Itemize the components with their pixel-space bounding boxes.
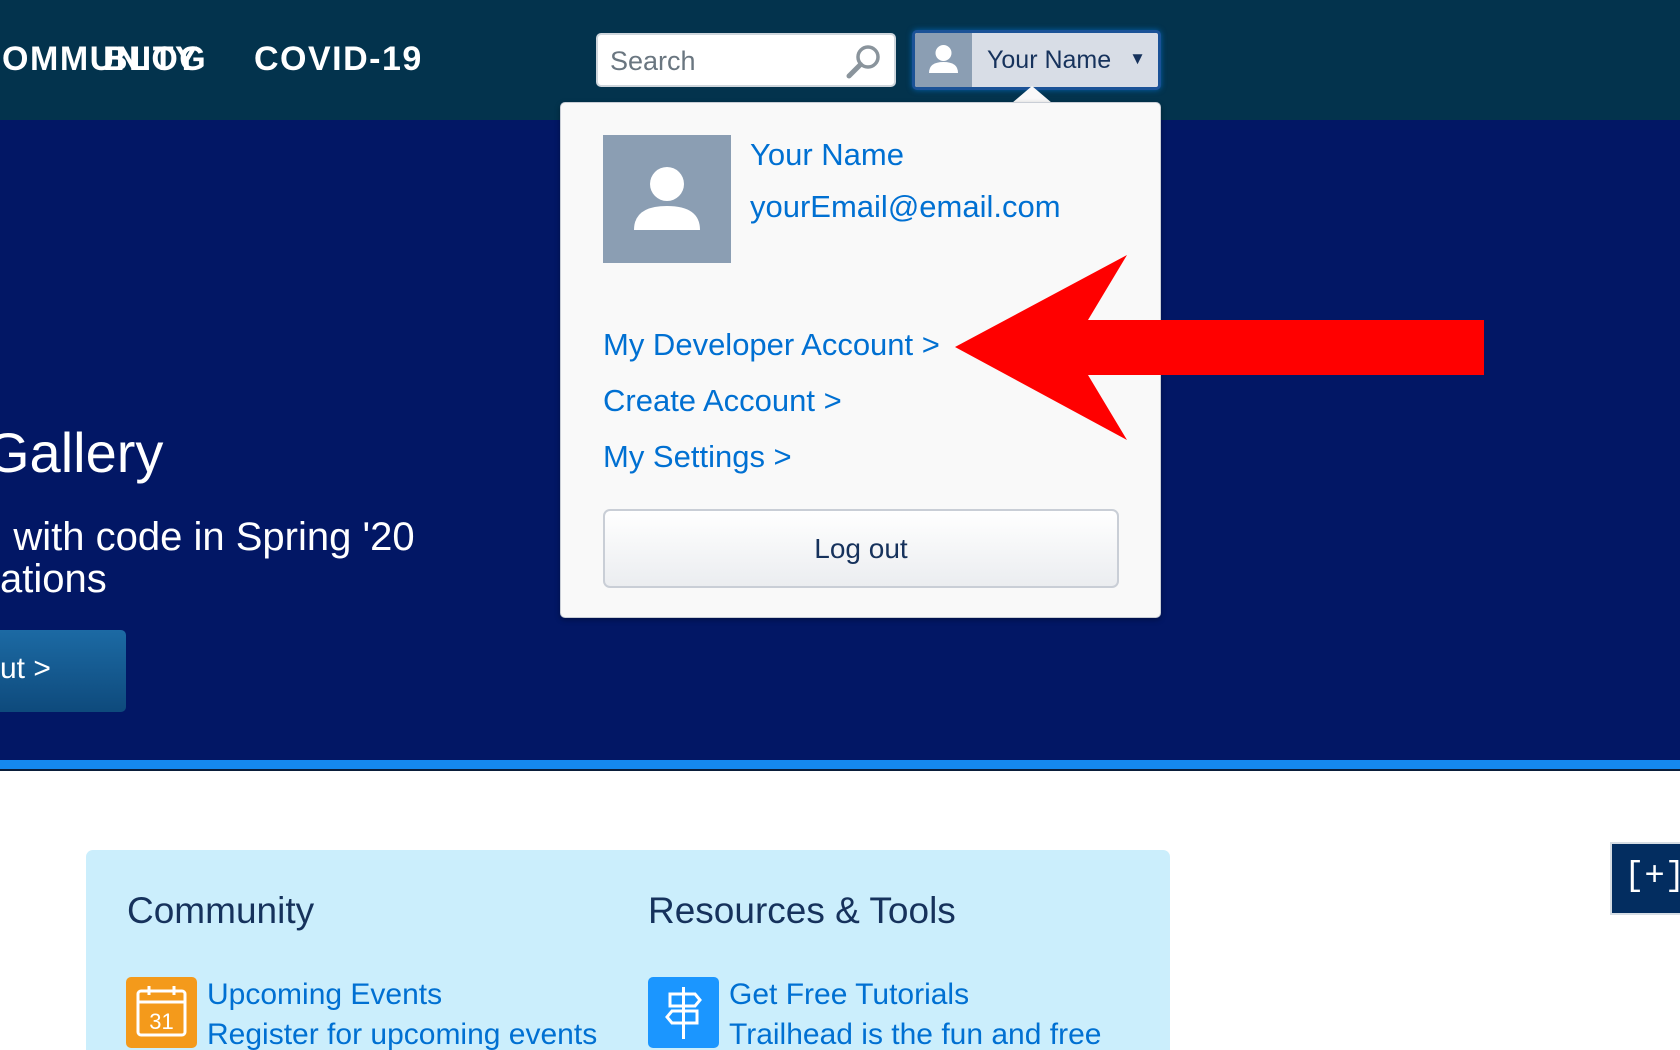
dropdown-pointer xyxy=(1012,86,1052,103)
hero-subtitle: n with code in Spring '20 cations xyxy=(0,516,415,600)
user-menu-button[interactable]: Your Name ▼ xyxy=(912,30,1161,90)
chevron-down-icon: ▼ xyxy=(1129,49,1146,68)
hero-divider-shadow xyxy=(0,769,1680,771)
community-heading: Community xyxy=(127,890,315,931)
profile-email-link[interactable]: yourEmail@email.com xyxy=(750,189,1061,225)
hero-subtitle-line-1: n with code in Spring '20 xyxy=(0,515,415,559)
hero-cta-label: ut > xyxy=(0,652,51,685)
profile-name-link[interactable]: Your Name xyxy=(750,137,904,173)
search-box xyxy=(596,33,896,87)
hero-title: Gallery xyxy=(0,421,164,484)
red-arrow-annotation xyxy=(955,255,1484,440)
upcoming-events-link[interactable]: Upcoming Events xyxy=(207,978,442,1012)
hero-subtitle-line-2: cations xyxy=(0,557,107,601)
nav-link-covid-19[interactable]: COVID-19 xyxy=(254,40,423,79)
hero-cta-button[interactable]: ut > xyxy=(0,630,126,712)
calendar-icon-label: 31 xyxy=(149,1009,173,1034)
expand-button-label: [+] xyxy=(1624,858,1680,896)
search-input[interactable] xyxy=(610,43,840,79)
create-account-link[interactable]: Create Account > xyxy=(603,383,842,419)
log-out-button[interactable]: Log out xyxy=(603,509,1119,588)
get-free-tutorials-link[interactable]: Get Free Tutorials xyxy=(729,978,969,1012)
expand-button[interactable]: [+] xyxy=(1610,842,1680,915)
resources-heading: Resources & Tools xyxy=(648,890,956,931)
profile-avatar-icon xyxy=(603,135,731,263)
nav-link-blog[interactable]: BLOG xyxy=(103,40,207,79)
user-avatar-icon xyxy=(915,33,972,87)
resources-panel: Community Resources & Tools 31 Upcoming … xyxy=(86,850,1170,1050)
my-settings-link[interactable]: My Settings > xyxy=(603,439,792,475)
upcoming-events-description[interactable]: Register for upcoming events xyxy=(207,1018,597,1050)
hero-divider xyxy=(0,760,1680,769)
my-developer-account-link[interactable]: My Developer Account > xyxy=(603,327,940,363)
signpost-icon[interactable] xyxy=(648,977,719,1048)
get-free-tutorials-description[interactable]: Trailhead is the fun and free xyxy=(729,1018,1101,1050)
user-menu-name: Your Name xyxy=(987,46,1112,74)
calendar-icon[interactable]: 31 xyxy=(126,977,197,1048)
search-icon[interactable] xyxy=(844,42,884,82)
